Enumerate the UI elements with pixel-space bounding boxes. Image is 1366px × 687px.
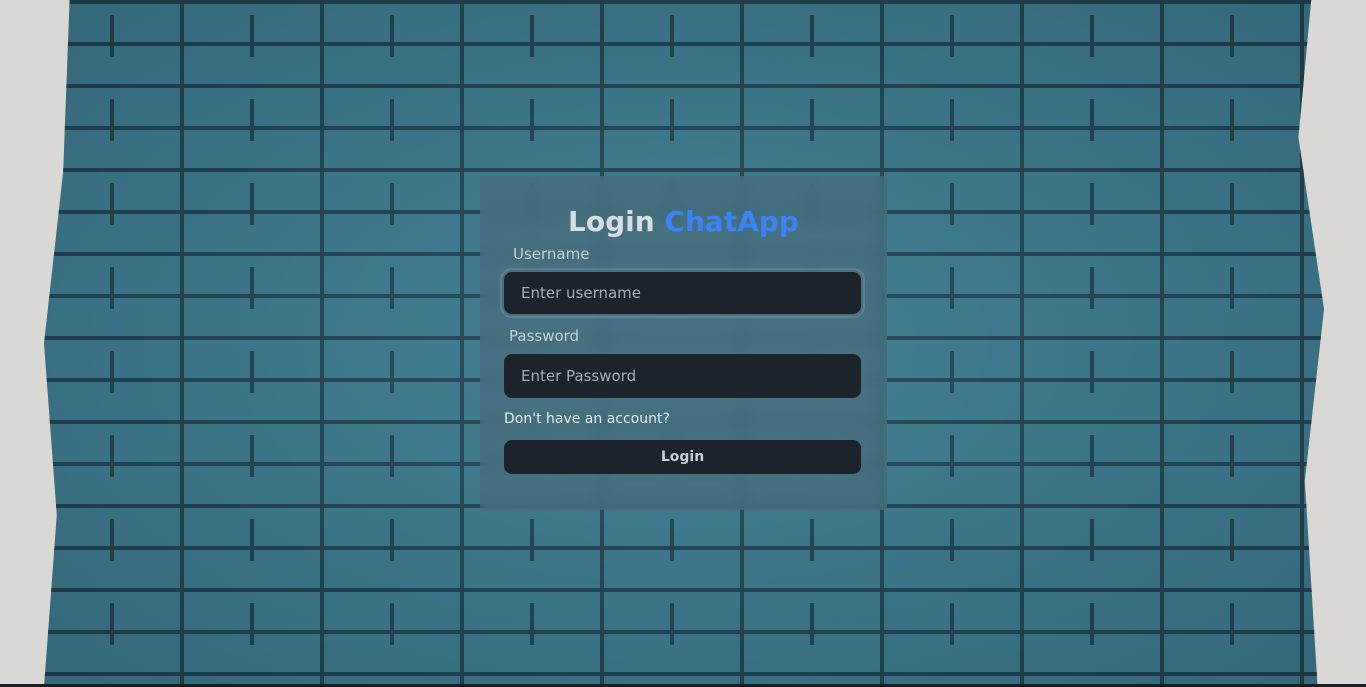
login-button[interactable]: Login	[504, 440, 861, 474]
username-input[interactable]	[500, 268, 865, 318]
login-form: Username Password Don't have an account?…	[500, 244, 865, 474]
username-label: Username	[513, 245, 590, 263]
password-input[interactable]	[504, 354, 861, 398]
page-title: Login ChatApp	[504, 204, 863, 240]
title-prefix: Login	[568, 205, 655, 238]
login-card: Login ChatApp Username Password Don't ha…	[480, 176, 887, 510]
signup-link[interactable]: Don't have an account?	[504, 410, 670, 428]
brand-name: ChatApp	[664, 205, 799, 238]
password-label: Password	[509, 327, 580, 345]
